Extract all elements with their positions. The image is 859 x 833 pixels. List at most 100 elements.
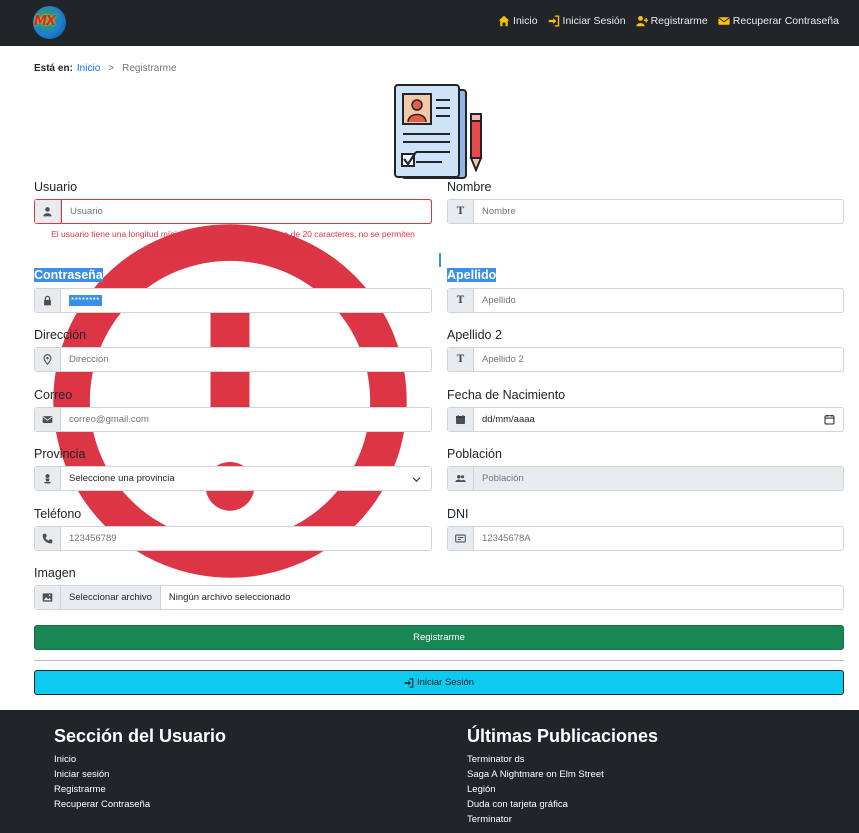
nombre-input-group: T Nombre [447, 199, 844, 224]
poblacion-input: Población [474, 467, 843, 490]
person-pin-icon [44, 474, 51, 484]
footer-link-iniciar-sesion[interactable]: Iniciar sesión [54, 767, 226, 782]
dni-addon [448, 527, 474, 550]
breadcrumb-separator: > [108, 63, 115, 74]
apellido2-label: Apellido 2 [447, 328, 502, 342]
usuario-error-message: El usuario tiene una longitud mínima de … [51, 229, 415, 251]
envelope-icon [717, 17, 730, 25]
breadcrumb-home-link[interactable]: Inicio [77, 63, 100, 74]
imagen-input-group: Seleccionar archivo Ningún archivo selec… [34, 585, 844, 610]
apellido2-addon: T [448, 348, 474, 371]
apellido-input-group: T Apellido [447, 288, 844, 313]
nav-links: Inicio Iniciar Sesión Registrarme Recupe… [498, 15, 839, 27]
imagen-label: Imagen [34, 566, 76, 580]
nombre-input[interactable]: Nombre [474, 200, 843, 223]
password-label: Contraseña [34, 268, 103, 282]
footer-latest-title: Últimas Publicaciones [467, 726, 659, 746]
direccion-addon [35, 348, 61, 371]
registration-form-illustration [394, 84, 483, 179]
provincia-addon [35, 467, 61, 490]
fecha-addon [448, 408, 474, 431]
text-icon: T [456, 354, 465, 365]
id-card-icon [455, 534, 466, 543]
footer-user-section-title: Sección del Usuario [54, 726, 227, 746]
chevron-down-icon [412, 477, 421, 482]
text-cursor [439, 253, 441, 267]
direccion-input[interactable]: Dirección [61, 348, 431, 371]
usuario-label: Usuario [34, 180, 78, 194]
fecha-input[interactable]: dd/mm/aaaa [474, 408, 843, 431]
footer-user-section: Sección del Usuario Inicio Iniciar sesió… [54, 726, 226, 812]
footer-link-recuperar[interactable]: Recuperar Contraseña [54, 797, 226, 812]
correo-addon [35, 408, 61, 431]
footer-link-registrarme[interactable]: Registrarme [54, 782, 226, 797]
breadcrumb-current: Registrarme [122, 63, 177, 74]
correo-label: Correo [34, 388, 73, 402]
password-addon [35, 289, 61, 312]
apellido2-input[interactable]: Apellido 2 [474, 348, 843, 371]
direccion-input-group: Dirección [34, 347, 432, 372]
user-plus-icon [635, 15, 648, 27]
calendar-picker-icon[interactable] [824, 414, 835, 425]
apellido2-input-group: T Apellido 2 [447, 347, 844, 372]
footer: Sección del Usuario Inicio Iniciar sesió… [0, 710, 859, 833]
imagen-addon [35, 586, 61, 609]
site-logo[interactable]: MX [33, 6, 66, 39]
apellido-input[interactable]: Apellido [474, 289, 843, 312]
nombre-label: Nombre [447, 180, 492, 194]
nav-link-registrarme[interactable]: Registrarme [635, 15, 708, 27]
map-pin-icon [43, 354, 52, 365]
apellido-label: Apellido [447, 268, 497, 282]
sign-in-icon [548, 15, 559, 27]
poblacion-label: Población [447, 447, 502, 461]
telefono-addon [35, 527, 61, 550]
breadcrumb: Está en: Inicio > Registrarme [34, 63, 177, 74]
telefono-input[interactable]: 123456789 [61, 527, 431, 550]
home-icon [498, 15, 510, 27]
footer-post-link[interactable]: Saga A Nightmare on Elm Street [467, 767, 658, 782]
mail-icon [42, 416, 53, 423]
navbar: MX Inicio Iniciar Sesión Registrarme Rec… [0, 0, 859, 46]
text-icon: T [456, 295, 465, 306]
provincia-select[interactable]: Seleccione una provincia [61, 467, 431, 490]
telefono-label: Teléfono [34, 507, 82, 521]
breadcrumb-label: Está en: [34, 63, 73, 74]
nav-link-iniciar-sesion[interactable]: Iniciar Sesión [548, 15, 626, 27]
provincia-input-group: Seleccione una provincia [34, 466, 432, 491]
fecha-label: Fecha de Nacimiento [447, 388, 566, 402]
footer-latest-posts: Últimas Publicaciones Terminator ds Saga… [467, 726, 658, 827]
fecha-input-group: dd/mm/aaaa [447, 407, 844, 432]
dni-input[interactable]: 12345678A [474, 527, 843, 550]
nav-link-inicio[interactable]: Inicio [498, 15, 538, 27]
users-icon [455, 474, 466, 482]
telefono-input-group: 123456789 [34, 526, 432, 551]
iniciar-sesion-button[interactable]: Iniciar Sesión [34, 670, 844, 695]
nav-link-recuperar[interactable]: Recuperar Contraseña [717, 15, 839, 27]
footer-post-link[interactable]: Duda con tarjeta gráfica [467, 797, 658, 812]
password-input-group: ******** [34, 288, 432, 313]
divider [34, 660, 844, 661]
registrarme-button[interactable]: Registrarme [34, 625, 844, 650]
password-input[interactable]: ******** [61, 289, 431, 312]
footer-post-link[interactable]: Terminator ds [467, 752, 658, 767]
footer-post-link[interactable]: Terminator [467, 812, 658, 827]
select-file-button[interactable]: Seleccionar archivo [61, 586, 161, 609]
footer-post-link[interactable]: Legión [467, 782, 658, 797]
poblacion-input-group: Población [447, 466, 844, 491]
phone-icon [42, 533, 53, 544]
image-icon [42, 593, 53, 602]
dni-input-group: 12345678A [447, 526, 844, 551]
direccion-label: Dirección [34, 328, 87, 342]
dni-label: DNI [447, 507, 469, 521]
correo-input-group: correo@gmail.com [34, 407, 432, 432]
file-status-text: Ningún archivo seleccionado [168, 592, 291, 603]
footer-link-inicio[interactable]: Inicio [54, 752, 226, 767]
correo-input[interactable]: correo@gmail.com [61, 408, 431, 431]
text-icon: T [456, 206, 465, 217]
poblacion-addon [448, 467, 474, 490]
calendar-icon [456, 415, 465, 424]
apellido-addon: T [448, 289, 474, 312]
usuario-input-group: Usuario [34, 199, 432, 578]
provincia-label: Provincia [34, 447, 86, 461]
sign-in-icon [404, 677, 414, 688]
